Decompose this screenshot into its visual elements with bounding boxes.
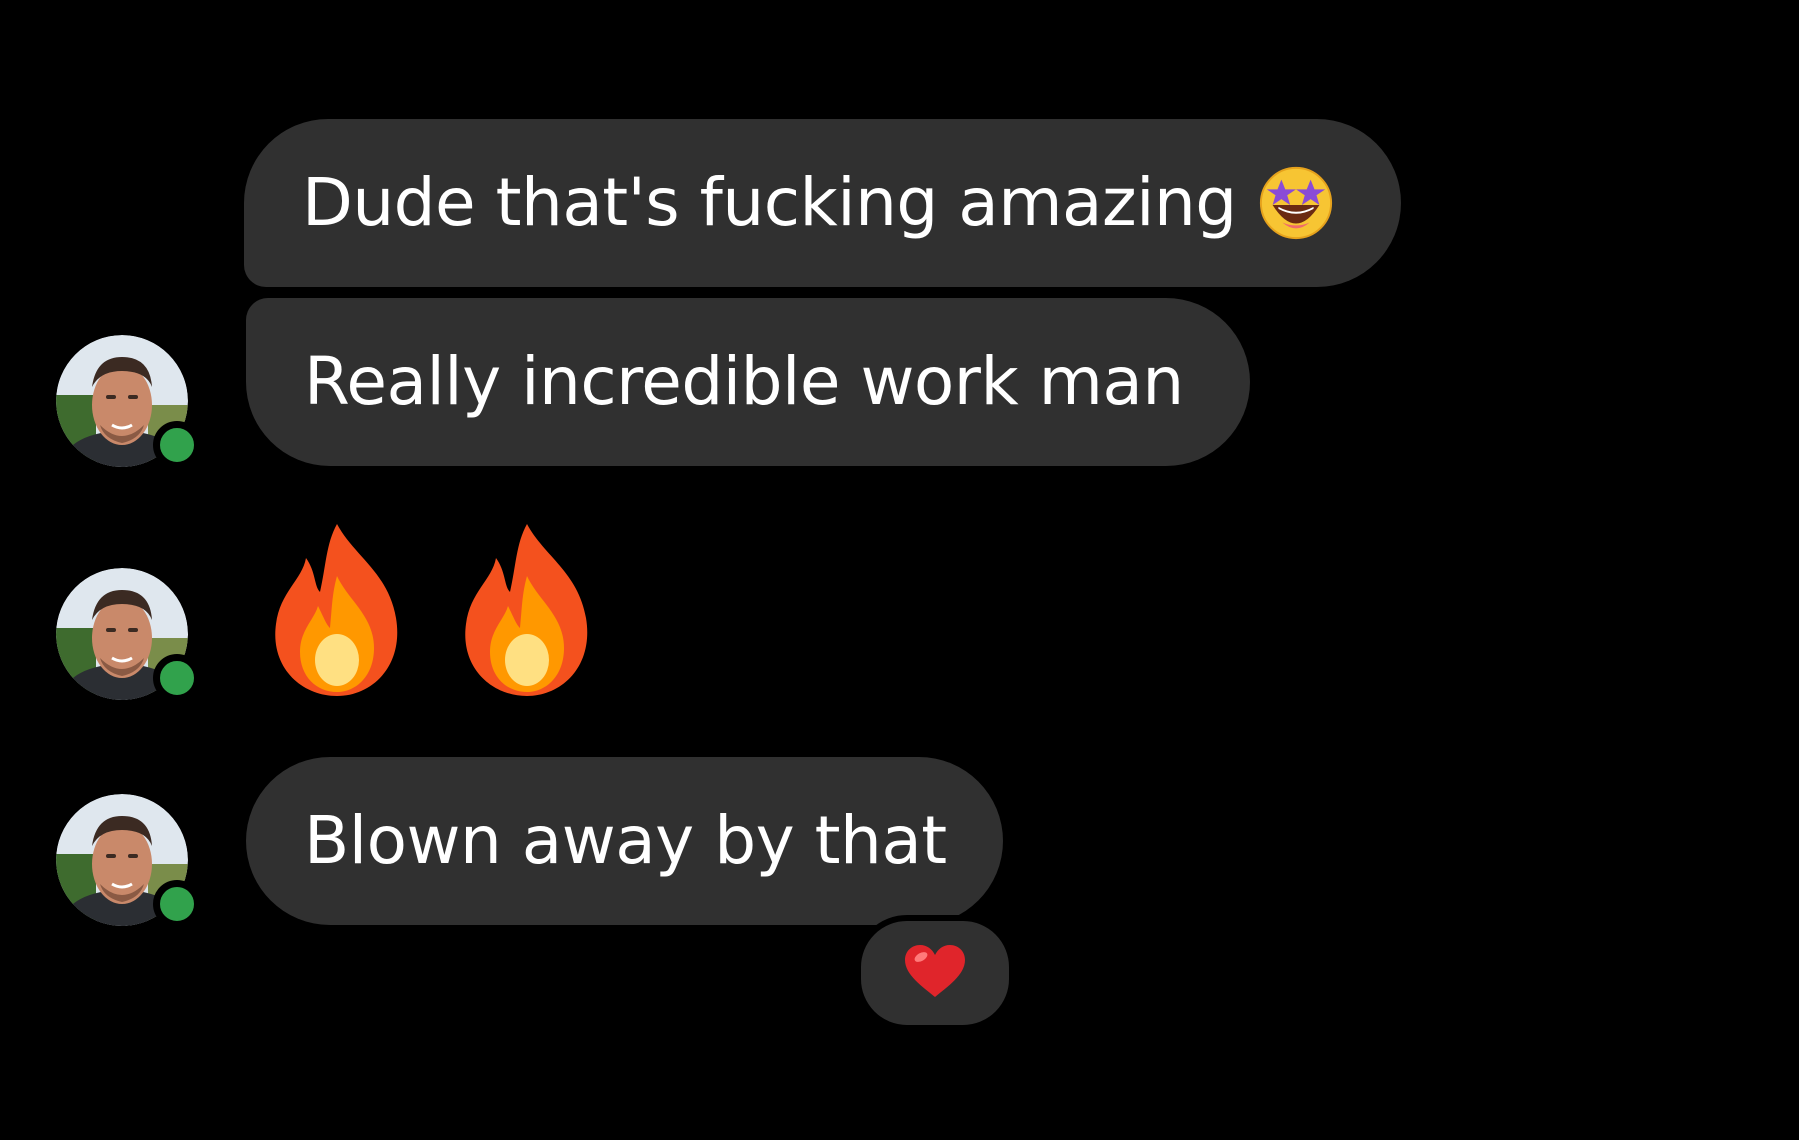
heart-icon (903, 943, 967, 1003)
message-thread: Dude that's fucking amazing Really incre… (0, 0, 1799, 1140)
online-status-indicator (153, 880, 201, 928)
avatar[interactable] (56, 794, 201, 928)
message-text: Really incredible work man (304, 343, 1184, 420)
reaction-badge[interactable] (855, 915, 1015, 1031)
message-text: Blown away by that (304, 802, 947, 879)
avatar[interactable] (56, 335, 201, 469)
emoji-message[interactable] (262, 520, 602, 700)
online-status-indicator (153, 654, 201, 702)
online-status-indicator (153, 421, 201, 469)
fire-icon (452, 520, 602, 700)
fire-icon (262, 520, 412, 700)
message-text: Dude that's fucking amazing (302, 164, 1237, 241)
message-bubble[interactable]: Blown away by that (246, 757, 1003, 925)
star-struck-icon (1257, 164, 1335, 242)
message-bubble[interactable]: Really incredible work man (246, 298, 1250, 466)
avatar[interactable] (56, 568, 201, 702)
message-bubble[interactable]: Dude that's fucking amazing (244, 119, 1401, 287)
